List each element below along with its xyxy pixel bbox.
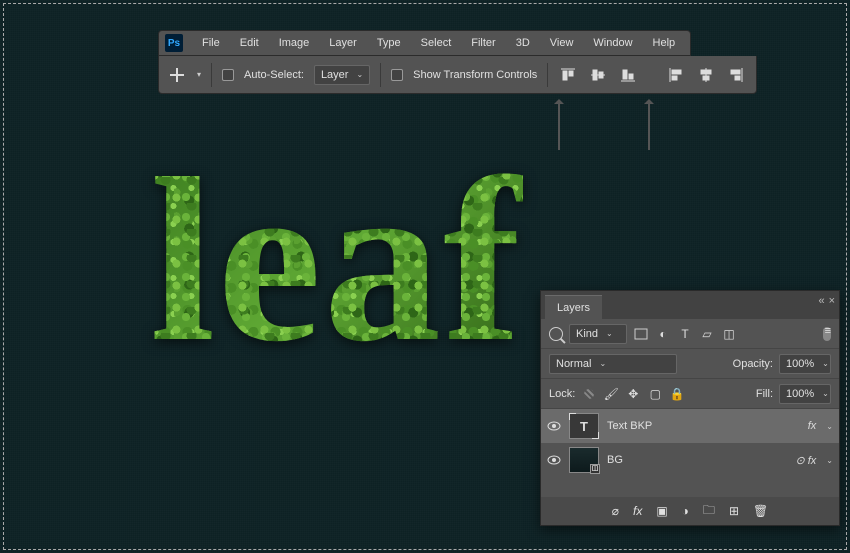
lock-image-icon[interactable]: 🖌 xyxy=(603,387,619,401)
lock-transparency-icon[interactable] xyxy=(581,387,597,401)
filter-pixel-icon[interactable] xyxy=(633,327,649,341)
layers-panel-footer: ⌀ fx ▣ ◑ 🗀 ⊞ 🗑 xyxy=(541,497,839,525)
chevron-down-icon: ⌄ xyxy=(822,359,829,368)
callout-arrow xyxy=(558,100,560,150)
lock-position-icon[interactable]: ✥ xyxy=(625,387,641,401)
callout-arrow xyxy=(648,100,650,150)
chevron-down-icon: ⌄ xyxy=(356,70,363,79)
panel-collapse-icon[interactable]: « xyxy=(818,295,824,307)
separator xyxy=(211,63,212,87)
lock-fill-row: Lock: 🖌 ✥ ▢ 🔒 Fill: 100% ⌄ xyxy=(541,379,839,409)
options-bar: ▾ Auto-Select: Layer ⌄ Show Transform Co… xyxy=(158,56,757,94)
show-transform-label: Show Transform Controls xyxy=(413,69,537,81)
filter-kind-dropdown[interactable]: Kind ⌄ xyxy=(569,324,627,344)
menu-image[interactable]: Image xyxy=(270,33,319,53)
add-fx-icon[interactable]: fx xyxy=(633,504,642,518)
auto-select-label: Auto-Select: xyxy=(244,69,304,81)
search-icon xyxy=(549,327,563,341)
menu-window[interactable]: Window xyxy=(584,33,641,53)
opacity-input[interactable]: 100% ⌄ xyxy=(779,354,831,374)
tool-preset-chevron-icon[interactable]: ▾ xyxy=(197,70,201,79)
menu-file[interactable]: File xyxy=(193,33,229,53)
chevron-down-icon: ⌄ xyxy=(606,329,613,338)
chevron-down-icon: ⌄ xyxy=(599,359,606,368)
layers-panel: Layers « × ≡ Kind ⌄ ◐ T ▱ ◫ Normal ⌄ Opa… xyxy=(540,290,840,526)
opacity-label: Opacity: xyxy=(733,358,773,370)
filter-kind-value: Kind xyxy=(576,328,598,340)
filter-adjustment-icon[interactable]: ◐ xyxy=(655,327,671,341)
fill-input[interactable]: 100% ⌄ xyxy=(779,384,831,404)
app-logo: Ps xyxy=(165,34,183,52)
align-hcenter-button[interactable] xyxy=(696,65,716,85)
fill-value: 100% xyxy=(786,388,814,400)
visibility-toggle[interactable] xyxy=(547,453,561,467)
separator xyxy=(547,63,548,87)
tab-layers[interactable]: Layers xyxy=(545,295,602,319)
menu-type[interactable]: Type xyxy=(368,33,410,53)
menu-view[interactable]: View xyxy=(541,33,583,53)
blend-opacity-row: Normal ⌄ Opacity: 100% ⌄ xyxy=(541,349,839,379)
new-group-icon[interactable]: 🗀 xyxy=(703,501,715,522)
layer-thumbnail[interactable]: ◫ xyxy=(569,447,599,473)
menu-3d[interactable]: 3D xyxy=(507,33,539,53)
lock-label: Lock: xyxy=(549,388,575,400)
menu-select[interactable]: Select xyxy=(412,33,461,53)
visibility-toggle[interactable] xyxy=(547,419,561,433)
layer-fx-badge[interactable]: fx xyxy=(808,420,817,432)
layer-name[interactable]: BG xyxy=(607,454,623,466)
menu-edit[interactable]: Edit xyxy=(231,33,268,53)
chevron-down-icon[interactable]: ⌄ xyxy=(826,422,833,431)
layer-thumbnail[interactable]: T xyxy=(569,413,599,439)
add-mask-icon[interactable]: ▣ xyxy=(656,504,667,518)
layer-row[interactable]: T Text BKP fx ⌄ xyxy=(541,409,839,443)
lock-all-icon[interactable]: 🔒 xyxy=(669,387,685,401)
new-layer-icon[interactable]: ⊞ xyxy=(729,504,739,518)
layer-name[interactable]: Text BKP xyxy=(607,420,652,432)
menu-layer[interactable]: Layer xyxy=(320,33,366,53)
add-adjustment-icon[interactable]: ◑ xyxy=(682,504,689,518)
auto-select-checkbox[interactable] xyxy=(222,69,234,81)
chevron-down-icon: ⌄ xyxy=(822,389,829,398)
panel-tabstrip: Layers « × xyxy=(541,291,839,319)
panel-flyout-menu-icon[interactable]: ≡ xyxy=(825,325,831,337)
app-menubar: Ps File Edit Image Layer Type Select Fil… xyxy=(158,30,691,56)
layer-row[interactable]: ◫ BG ⊙ fx ⌄ xyxy=(541,443,839,477)
auto-select-target-value: Layer xyxy=(321,69,349,81)
move-tool-icon[interactable] xyxy=(169,67,185,83)
opacity-value: 100% xyxy=(786,358,814,370)
fill-label: Fill: xyxy=(756,388,773,400)
chevron-down-icon[interactable]: ⌄ xyxy=(826,456,833,465)
filter-shape-icon[interactable]: ▱ xyxy=(699,327,715,341)
delete-layer-icon[interactable]: 🗑 xyxy=(753,504,768,518)
blend-mode-value: Normal xyxy=(556,358,591,370)
filter-type-icon[interactable]: T xyxy=(677,327,693,341)
menu-help[interactable]: Help xyxy=(644,33,685,53)
layer-filter-row: Kind ⌄ ◐ T ▱ ◫ xyxy=(541,319,839,349)
lock-artboard-icon[interactable]: ▢ xyxy=(647,387,663,401)
blend-mode-dropdown[interactable]: Normal ⌄ xyxy=(549,354,677,374)
link-layers-icon[interactable]: ⌀ xyxy=(612,504,619,518)
layer-fx-badge[interactable]: ⊙ fx xyxy=(795,454,816,467)
align-top-button[interactable] xyxy=(558,65,578,85)
align-vcenter-button[interactable] xyxy=(588,65,608,85)
separator xyxy=(380,63,381,87)
menu-filter[interactable]: Filter xyxy=(462,33,504,53)
filter-smartobject-icon[interactable]: ◫ xyxy=(721,327,737,341)
align-bottom-button[interactable] xyxy=(618,65,638,85)
smart-object-icon: ◫ xyxy=(590,464,600,474)
show-transform-checkbox[interactable] xyxy=(391,69,403,81)
panel-close-icon[interactable]: × xyxy=(829,295,835,307)
align-left-button[interactable] xyxy=(666,65,686,85)
canvas-text-art: leaf xyxy=(150,125,523,395)
auto-select-target-dropdown[interactable]: Layer ⌄ xyxy=(314,65,370,85)
align-right-button[interactable] xyxy=(726,65,746,85)
